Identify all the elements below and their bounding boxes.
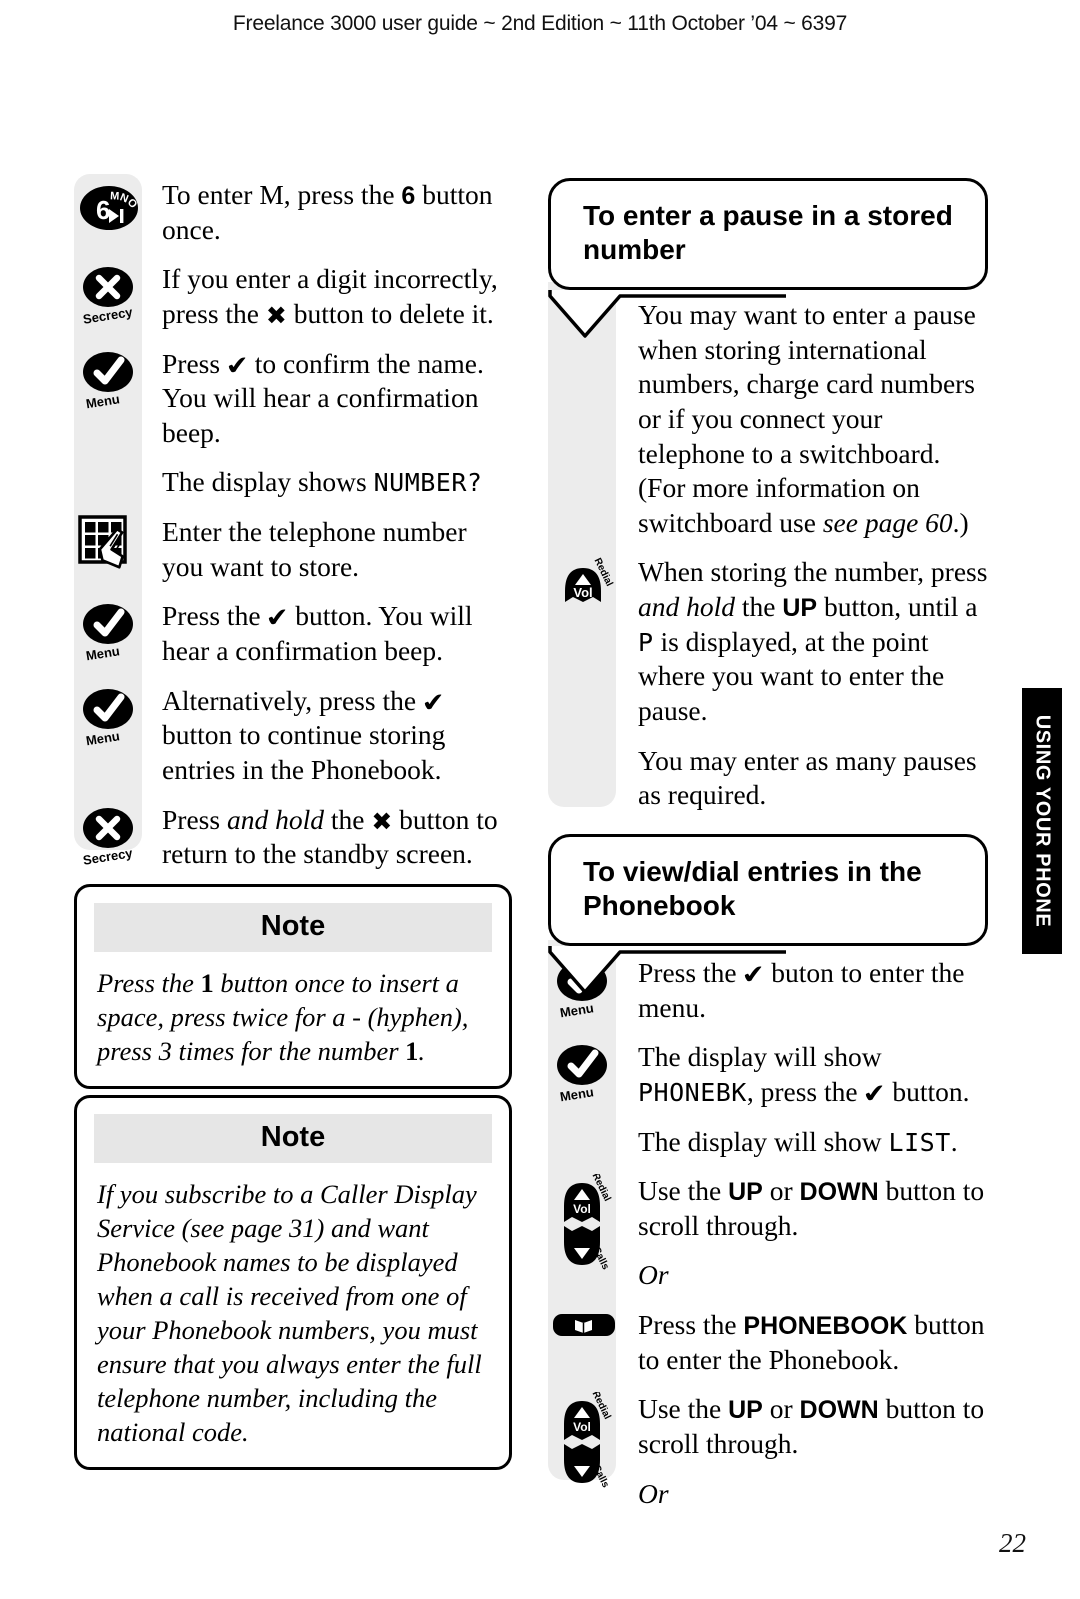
note-body: If you subscribe to a Caller Display Ser… — [97, 1179, 482, 1448]
menu-tick-button-icon: Menu — [78, 347, 140, 411]
svg-text:Menu: Menu — [85, 644, 121, 662]
step-text: Enter the telephone number you want to s… — [162, 516, 467, 582]
key-6-mno-icon: 6 MNO — [78, 178, 140, 236]
section-callout-heading: To view/dial entries in the Phonebook — [548, 834, 988, 947]
step-text: You may enter as many pauses as required… — [638, 744, 977, 811]
step-text: Press ✔ to confirm the name. You will he… — [162, 347, 484, 448]
step-text: Use the UP or DOWN button to scroll thro… — [638, 1393, 985, 1460]
step-icon-gutter: Menu — [74, 347, 142, 451]
step-icon-gutter — [548, 1258, 616, 1293]
step-icon-gutter — [548, 1477, 616, 1512]
step-icon-gutter: Menu — [548, 1040, 616, 1109]
keypad-grid-hand-icon — [78, 515, 140, 573]
instruction-step: 6 MNO To enter M, press the 6 button once. — [74, 178, 514, 247]
step-icon-gutter — [548, 1308, 616, 1377]
secrecy-cross-button-icon: Secrecy — [78, 803, 140, 867]
svg-text:Secrecy: Secrecy — [82, 304, 134, 324]
section-callout: To enter a pause in a stored number — [548, 178, 988, 339]
note-body: Press the 1 button once to insert a spac… — [97, 968, 469, 1067]
step-text: Or — [638, 1259, 669, 1291]
vol-up-redial-button-icon: Vol Redial — [552, 555, 615, 613]
step-icon-gutter: Vol Redial — [548, 555, 616, 728]
svg-text:Vol: Vol — [573, 1420, 591, 1434]
left-column: 6 MNO To enter M, press the 6 button once.… — [74, 174, 514, 887]
instruction-step: The display will show LIST. — [548, 1125, 990, 1160]
instruction-step: Vol Redial Calls Use the UP or DOWN button … — [548, 1172, 990, 1272]
step-icon-gutter: 6 MNO — [74, 178, 142, 247]
running-head: Freelance 3000 user guide ~ 2nd Edition … — [232, 12, 848, 35]
page-number: 22 — [999, 1528, 1026, 1558]
secrecy-cross-button-icon: Secrecy — [78, 262, 140, 327]
section-thumb-tab: USING YOUR PHONE — [1022, 688, 1062, 954]
step-text: To enter M, press the 6 button once. — [162, 179, 493, 245]
callout-tail — [548, 280, 788, 342]
instruction-step: Enter the telephone number you want to s… — [74, 515, 514, 584]
note-panel-2: Note If you subscribe to a Caller Displa… — [74, 1095, 512, 1471]
step-text: If you enter a digit incorrectly, press … — [162, 263, 498, 330]
note-title: Note — [94, 1114, 492, 1163]
phonebook-book-button-icon — [552, 1308, 620, 1342]
menu-tick-button-icon: Menu — [78, 684, 140, 748]
step-text: The display will show PHONEBK, press the… — [638, 1041, 970, 1109]
callout-tail — [548, 936, 788, 998]
step-icon-gutter — [74, 465, 142, 500]
svg-text:6: 6 — [96, 195, 110, 225]
step-text: Press the ✔ button. You will hear a conf… — [162, 600, 473, 667]
step-icon-gutter — [548, 1125, 616, 1160]
instruction-step: Secrecy Press and hold the ✖ button to re… — [74, 803, 514, 872]
step-icon-gutter: Vol Redial Calls — [548, 1390, 616, 1490]
step-icon-gutter: Vol Redial Calls — [548, 1172, 616, 1272]
note-title: Note — [94, 903, 492, 952]
instruction-step: The display shows NUMBER? — [74, 465, 514, 500]
step-icon-gutter: Secrecy — [74, 803, 142, 872]
note-panel-1: Note Press the 1 button once to insert a… — [74, 884, 512, 1090]
step-text: The display will show LIST. — [638, 1125, 958, 1157]
instruction-step: Press the PHONEBOOK button to enter the … — [548, 1308, 990, 1377]
instruction-step: Vol Redial Calls Use the UP or DOWN button … — [548, 1390, 990, 1490]
right-section: To enter a pause in a stored number You m… — [548, 178, 990, 828]
step-icon-gutter: Menu — [74, 599, 142, 668]
instruction-step: Or — [548, 1258, 990, 1293]
section-callout: To view/dial entries in the Phonebook — [548, 834, 988, 995]
instruction-step: Menu Press the ✔ button. You will hear a … — [74, 599, 514, 668]
instruction-step: Menu Alternatively, press the ✔ button to… — [74, 684, 514, 788]
instruction-step: Secrecy If you enter a digit incorrectly,… — [74, 262, 514, 331]
step-icon-gutter: Menu — [74, 684, 142, 788]
svg-text:Menu: Menu — [85, 391, 121, 409]
svg-text:Vol: Vol — [573, 585, 592, 600]
instruction-step: Or — [548, 1477, 990, 1512]
step-text: Press the PHONEBOOK button to enter the … — [638, 1309, 985, 1375]
instruction-step: You may enter as many pauses as required… — [548, 744, 990, 813]
svg-text:Vol: Vol — [573, 1202, 591, 1216]
section-callout-heading: To enter a pause in a stored number — [548, 178, 988, 291]
step-icon-gutter — [74, 515, 142, 584]
step-text: Press and hold the ✖ button to return to… — [162, 803, 498, 870]
instruction-step: Menu The display will show PHONEBK, press… — [548, 1040, 990, 1109]
svg-text:Menu: Menu — [559, 1085, 595, 1103]
svg-text:Menu: Menu — [559, 1000, 595, 1018]
svg-text:Secrecy: Secrecy — [82, 845, 134, 865]
step-icon-gutter — [548, 744, 616, 813]
menu-tick-button-icon: Menu — [78, 599, 140, 664]
instruction-step: Vol Redial When storing the number, press … — [548, 555, 990, 728]
step-text: Alternatively, press the ✔ button to con… — [162, 684, 448, 785]
step-icon-gutter: Secrecy — [74, 262, 142, 331]
section-thumb-tab-label: USING YOUR PHONE — [1031, 714, 1054, 928]
step-text: Use the UP or DOWN button to scroll thro… — [638, 1175, 985, 1241]
right-section: To view/dial entries in the Phonebook Men… — [548, 834, 990, 1526]
step-text: When storing the number, press and hold … — [638, 556, 988, 727]
menu-tick-button-icon: Menu — [552, 1040, 614, 1105]
step-text: Or — [638, 1477, 669, 1509]
svg-text:Menu: Menu — [85, 728, 121, 746]
left-step-list: 6 MNO To enter M, press the 6 button once.… — [74, 178, 514, 872]
step-text: The display shows NUMBER? — [162, 466, 483, 498]
instruction-step: Menu Press ✔ to confirm the name. You wil… — [74, 347, 514, 451]
